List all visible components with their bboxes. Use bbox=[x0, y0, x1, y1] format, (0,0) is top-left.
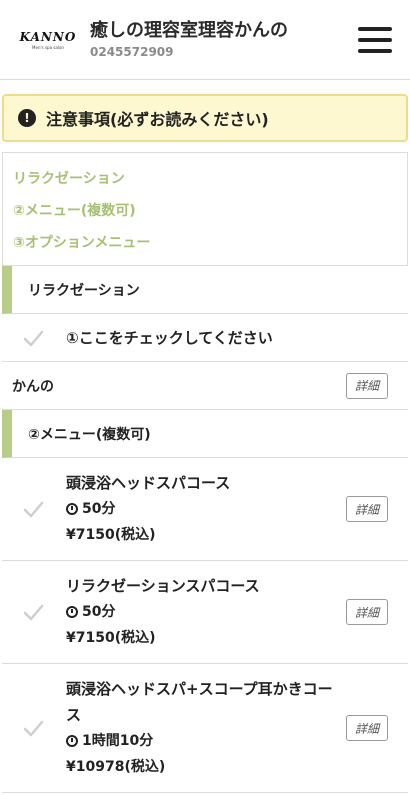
menu-item-price: ¥7150(税込) bbox=[66, 527, 156, 543]
menu-item-body: 頭浸浴ヘッドスパ+スコープ耳かきコース 1時間10分 ¥10978(税込) bbox=[66, 676, 346, 780]
shop-phone[interactable]: 0245572909 bbox=[90, 45, 358, 59]
menu-item-name: 頭浸浴ヘッドスパコース bbox=[66, 474, 231, 492]
checkmark-icon[interactable] bbox=[22, 717, 44, 739]
menu-detail-button[interactable]: 詳細 bbox=[346, 496, 388, 522]
logo-tagline: Men's spa salon bbox=[32, 44, 64, 50]
toc-link-menu[interactable]: ②メニュー(複数可) bbox=[13, 195, 407, 227]
menu-item-name: 頭浸浴ヘッドスパ+スコープ耳かきコース bbox=[66, 680, 333, 724]
check-instruction-label: ①ここをチェックしてください bbox=[66, 329, 273, 347]
menu-item[interactable]: 頭浸浴ヘッドスパ+スコープ耳かきコース 1時間10分 ¥10978(税込) 詳細 bbox=[2, 664, 408, 793]
logo-mark: KANNO bbox=[19, 29, 77, 44]
menu-item-duration: 50分 bbox=[66, 496, 346, 522]
menu-item-price: ¥10978(税込) bbox=[66, 759, 166, 775]
staff-name: かんの bbox=[12, 378, 54, 395]
menu-item-body: 頭浸浴ヘッドスパコース 50分 ¥7150(税込) bbox=[66, 470, 346, 548]
table-of-contents: リラクゼーション ②メニュー(複数可) ③オプションメニュー bbox=[2, 152, 408, 266]
check-instruction-row[interactable]: ①ここをチェックしてください bbox=[2, 314, 408, 362]
menu-item-body: リラクゼーションスパコース 50分 ¥7150(税込) bbox=[66, 573, 346, 651]
checkmark-icon[interactable] bbox=[22, 601, 44, 623]
clock-icon bbox=[66, 606, 78, 618]
kanno-logo[interactable]: KANNO Men's spa salon bbox=[18, 23, 78, 57]
notice-text: 注意事項(必ずお読みください) bbox=[46, 110, 269, 129]
exclamation-icon: ! bbox=[18, 109, 36, 127]
menu-item-price: ¥7150(税込) bbox=[66, 630, 156, 646]
section-header-relaxation: リラクゼーション bbox=[2, 266, 408, 314]
menu-item-duration: 50分 bbox=[66, 599, 346, 625]
staff-row: かんの 詳細 bbox=[2, 362, 408, 410]
header: KANNO Men's spa salon 癒しの理容室理容かんの 024557… bbox=[0, 0, 410, 80]
hamburger-menu-icon[interactable] bbox=[358, 26, 392, 53]
menu-item-duration: 1時間10分 bbox=[66, 728, 346, 754]
toc-link-options[interactable]: ③オプションメニュー bbox=[13, 227, 407, 259]
menu-item-name: リラクゼーションスパコース bbox=[66, 577, 260, 595]
menu-item[interactable]: 頭浸浴ヘッドスパコース 50分 ¥7150(税込) 詳細 bbox=[2, 458, 408, 561]
clock-icon bbox=[66, 503, 78, 515]
menu-detail-button[interactable]: 詳細 bbox=[346, 599, 388, 625]
toc-link-relaxation[interactable]: リラクゼーション bbox=[13, 163, 407, 195]
checkmark-icon[interactable] bbox=[22, 498, 44, 520]
section-header-menu: ②メニュー(複数可) bbox=[2, 410, 408, 458]
shop-info: 癒しの理容室理容かんの 0245572909 bbox=[90, 20, 358, 60]
menu-item[interactable]: リラクゼーションスパコース 50分 ¥7150(税込) 詳細 bbox=[2, 561, 408, 664]
staff-detail-button[interactable]: 詳細 bbox=[346, 372, 388, 399]
menu-detail-button[interactable]: 詳細 bbox=[346, 715, 388, 741]
shop-title: 癒しの理容室理容かんの bbox=[90, 19, 288, 41]
clock-icon bbox=[66, 735, 78, 747]
checkmark-icon[interactable] bbox=[22, 327, 44, 349]
notice-banner[interactable]: ! 注意事項(必ずお読みください) bbox=[2, 94, 408, 142]
